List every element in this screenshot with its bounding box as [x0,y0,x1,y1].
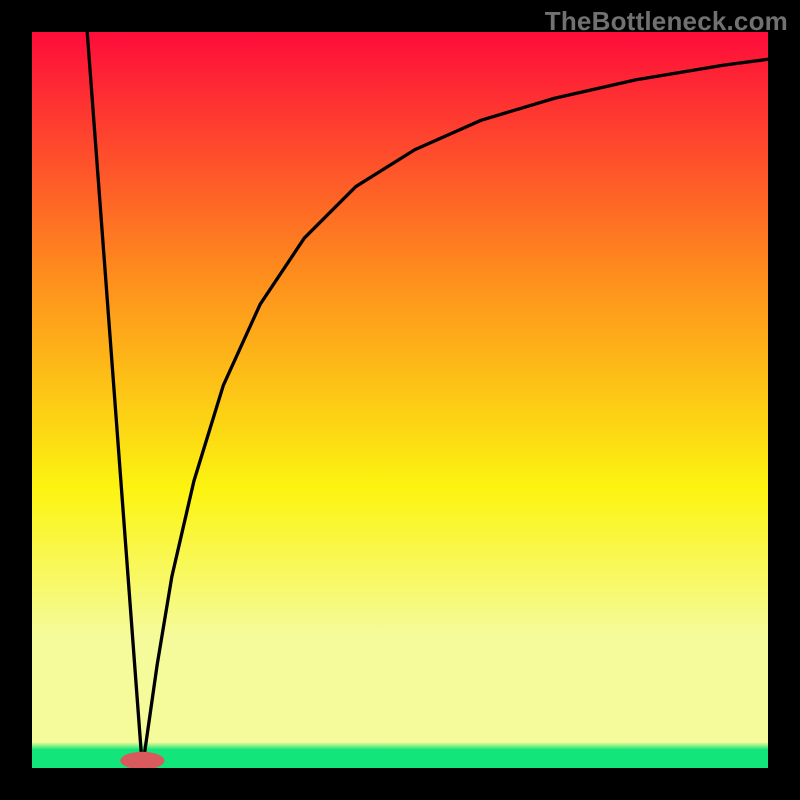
gradient-background [32,32,768,768]
watermark-text: TheBottleneck.com [545,6,788,37]
bottleneck-plot [32,32,768,768]
chart-frame: TheBottleneck.com [0,0,800,800]
